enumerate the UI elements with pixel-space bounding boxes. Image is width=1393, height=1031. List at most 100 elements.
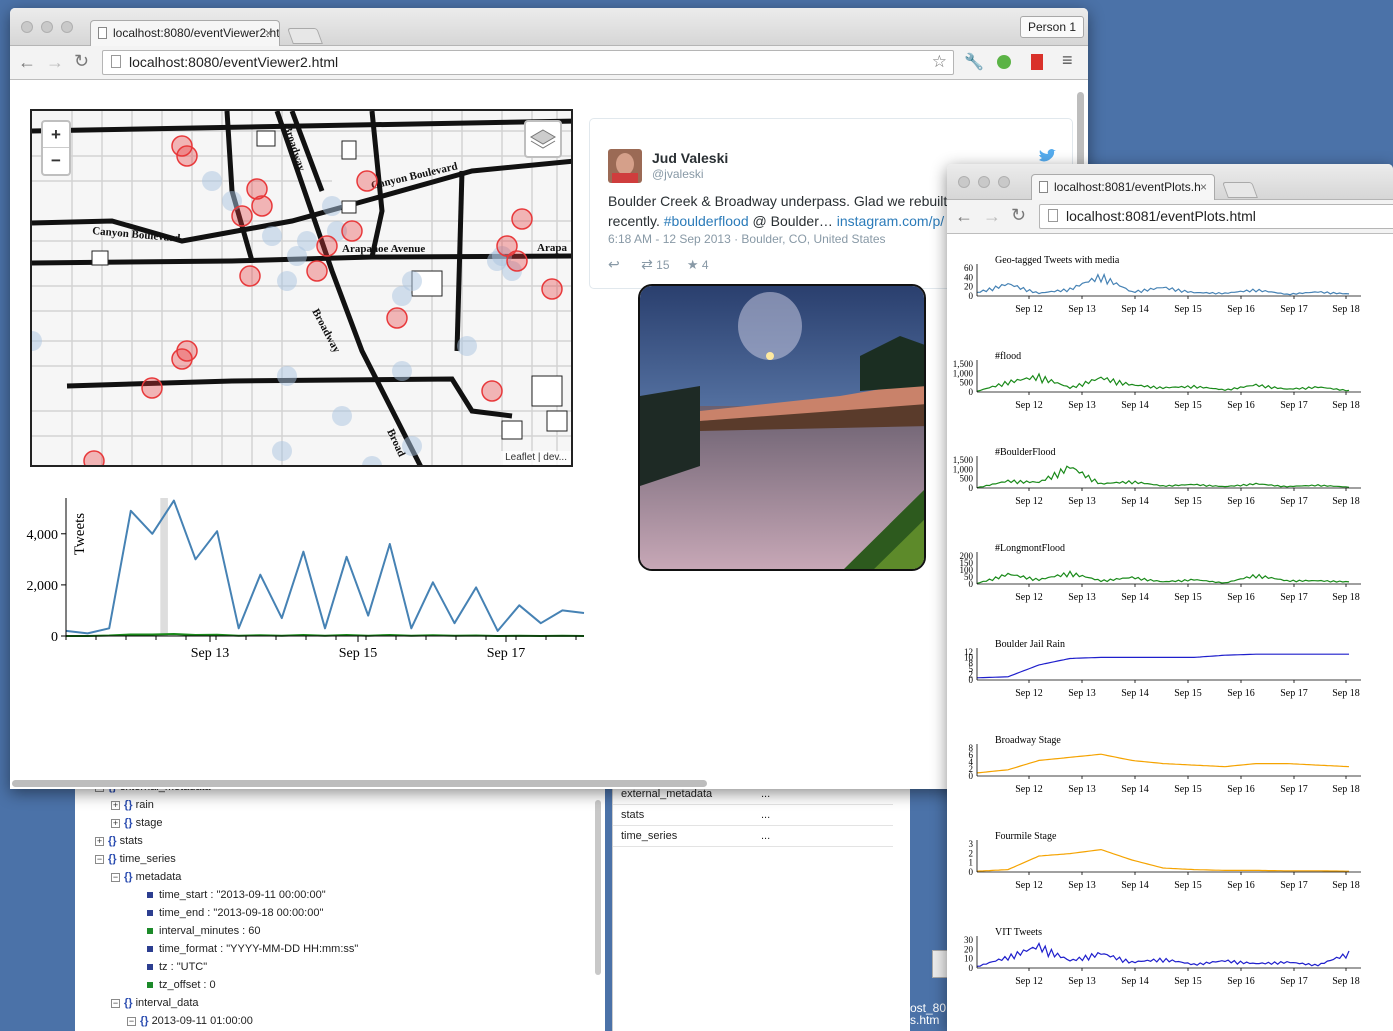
small-plot[interactable]: #LongmontFlood200150100500Sep 12 Sep 13 Se…	[960, 543, 1362, 603]
tree-node[interactable]: tz : "UTC"	[147, 958, 207, 976]
map-marker-geo[interactable]	[297, 231, 317, 251]
close-window-button[interactable]	[958, 176, 970, 188]
tree-node[interactable]: −{} 2013-09-11 01:00:00	[127, 1012, 253, 1030]
forward-icon[interactable]: →	[46, 52, 64, 72]
collapse-icon[interactable]: −	[111, 998, 120, 1008]
tree-node[interactable]: −{} metadata	[111, 868, 181, 886]
person-button[interactable]: Person 1	[1020, 16, 1085, 38]
collapse-icon[interactable]: −	[111, 872, 120, 882]
map-marker-geo[interactable]	[262, 226, 282, 246]
map-marker-media[interactable]	[386, 307, 408, 329]
tab-eventplots[interactable]: localhost:8081/eventPlots.h ×	[1031, 174, 1215, 200]
reply-icon[interactable]: ↩	[608, 256, 620, 272]
bookmark-ext-icon[interactable]	[1031, 54, 1043, 70]
map-canvas[interactable]: Canyon Boulevard Canyon Boulevard Arapah…	[32, 111, 573, 467]
tree-node[interactable]: tz_offset : 0	[147, 976, 216, 994]
small-plot[interactable]: #BoulderFlood1,5001,0005000Sep 12 Sep 13 S…	[953, 447, 1361, 507]
expand-icon[interactable]: +	[111, 818, 120, 828]
map-marker-media[interactable]	[356, 170, 378, 192]
small-plot[interactable]: VIT Tweets3020100Sep 12 Sep 13 Sep 14 Sep 1…	[964, 927, 1361, 987]
collapse-icon[interactable]: −	[95, 854, 104, 864]
map-marker-media[interactable]	[506, 250, 528, 272]
tree-node[interactable]: + {} stage	[111, 814, 162, 832]
timeline-chart[interactable]: 4,000 2,000 0 Sep 13 Sep 15 Sep 17 Tweets	[10, 486, 590, 666]
map-marker-geo[interactable]	[202, 171, 222, 191]
minimize-window-button[interactable]	[978, 176, 990, 188]
small-plot[interactable]: #flood1,5001,0005000Sep 12 Sep 13 Sep 14 Se…	[953, 351, 1361, 411]
tree-node[interactable]: + {} stats	[95, 832, 143, 850]
map-marker-geo[interactable]	[277, 366, 297, 386]
expand-icon[interactable]: +	[95, 836, 104, 846]
tab-eventviewer[interactable]: localhost:8080/eventViewer2.html ×	[90, 20, 280, 46]
map-marker-geo[interactable]	[392, 361, 412, 381]
tweet-timestamp[interactable]: 6:18 AM - 12 Sep 2013 · Boulder, CO, Uni…	[608, 232, 886, 246]
minimize-window-button[interactable]	[41, 21, 53, 33]
tree-node[interactable]: interval_minutes : 60	[147, 922, 261, 940]
map-marker-geo[interactable]	[392, 286, 412, 306]
small-plot[interactable]: Broadway Stage86420Sep 12 Sep 13 Sep 14 Sep…	[969, 735, 1362, 795]
tweet-hashtag-link[interactable]: #boulderflood	[664, 213, 749, 229]
map-marker-media[interactable]	[239, 265, 261, 287]
map-marker-geo[interactable]	[362, 456, 382, 467]
address-bar[interactable]: localhost:8080/eventViewer2.html ☆	[102, 50, 954, 75]
property-row[interactable]: time_series...	[613, 826, 893, 847]
tree-node[interactable]: time_format : "YYYY-MM-DD HH:mm:ss"	[147, 940, 358, 958]
back-icon[interactable]: ←	[955, 206, 973, 226]
map-marker-media[interactable]	[306, 260, 328, 282]
map-marker-media[interactable]	[251, 195, 273, 217]
tab-close-icon[interactable]: ×	[1200, 175, 1207, 199]
horizontal-scrollbar[interactable]	[12, 780, 707, 787]
forward-icon[interactable]: →	[983, 206, 1001, 226]
wrench-icon[interactable]: 🔧	[964, 52, 984, 72]
collapse-icon[interactable]: −	[127, 1016, 136, 1026]
map-dots-layer[interactable]	[32, 135, 563, 467]
map[interactable]: Canyon Boulevard Canyon Boulevard Arapah…	[30, 109, 573, 467]
new-tab-button[interactable]	[1222, 182, 1258, 198]
layers-control[interactable]	[524, 120, 562, 158]
map-marker-geo[interactable]	[332, 406, 352, 426]
tree-node[interactable]: −{} interval_data	[111, 994, 199, 1012]
map-marker-media[interactable]	[141, 377, 163, 399]
reload-icon[interactable]: ↻	[1011, 205, 1026, 225]
close-window-button[interactable]	[21, 21, 33, 33]
tree-scrollbar[interactable]	[595, 800, 601, 975]
tree-node[interactable]: + {} rain	[111, 796, 154, 814]
tab-close-icon[interactable]: ×	[265, 21, 272, 45]
map-marker-media[interactable]	[316, 235, 338, 257]
expand-icon[interactable]: +	[111, 800, 120, 810]
tree-node[interactable]: time_end : "2013-09-18 00:00:00"	[147, 904, 323, 922]
map-marker-geo[interactable]	[457, 336, 477, 356]
tweet-photo[interactable]	[638, 284, 926, 571]
back-icon[interactable]: ←	[18, 52, 36, 72]
new-tab-button[interactable]	[287, 28, 323, 44]
map-marker-media[interactable]	[341, 220, 363, 242]
avatar[interactable]	[608, 149, 642, 183]
evernote-icon[interactable]	[997, 55, 1011, 69]
menu-icon[interactable]: ≡	[1062, 50, 1073, 71]
zoom-out-button[interactable]: −	[43, 148, 69, 174]
zoom-window-button[interactable]	[998, 176, 1010, 188]
favorite-icon[interactable]: ★	[687, 257, 699, 272]
tweet-author-name[interactable]: Jud Valeski	[652, 150, 728, 166]
map-marker-media[interactable]	[83, 450, 105, 467]
zoom-in-button[interactable]: +	[43, 122, 69, 148]
map-marker-geo[interactable]	[402, 436, 422, 456]
map-marker-media[interactable]	[171, 348, 193, 370]
tweet-author-handle[interactable]: @jvaleski	[652, 167, 704, 181]
tree-node[interactable]: −{} time_series	[95, 850, 176, 868]
map-marker-geo[interactable]	[277, 271, 297, 291]
zoom-window-button[interactable]	[61, 21, 73, 33]
small-plot[interactable]: Geo-tagged Tweets with media6040200Sep 1…	[964, 255, 1361, 315]
map-marker-media[interactable]	[541, 278, 563, 300]
map-marker-media[interactable]	[481, 380, 503, 402]
tweet-url-link[interactable]: instagram.com/p/	[837, 213, 944, 229]
map-marker-media[interactable]	[231, 205, 253, 227]
small-plot[interactable]: Fourmile Stage3210Sep 12 Sep 13 Sep 14 Sep …	[969, 831, 1362, 891]
map-attribution[interactable]: Leaflet | dev...	[501, 451, 571, 465]
small-plot[interactable]: Boulder Jail Rain12108520Sep 12 Sep 13 Sep…	[964, 639, 1361, 699]
desktop-file[interactable]: ost_80 s.htm	[910, 950, 954, 1030]
tree-node[interactable]: time_start : "2013-09-11 00:00:00"	[147, 886, 326, 904]
map-marker-geo[interactable]	[32, 331, 42, 351]
map-marker-media[interactable]	[176, 145, 198, 167]
star-icon[interactable]: ☆	[932, 51, 947, 73]
